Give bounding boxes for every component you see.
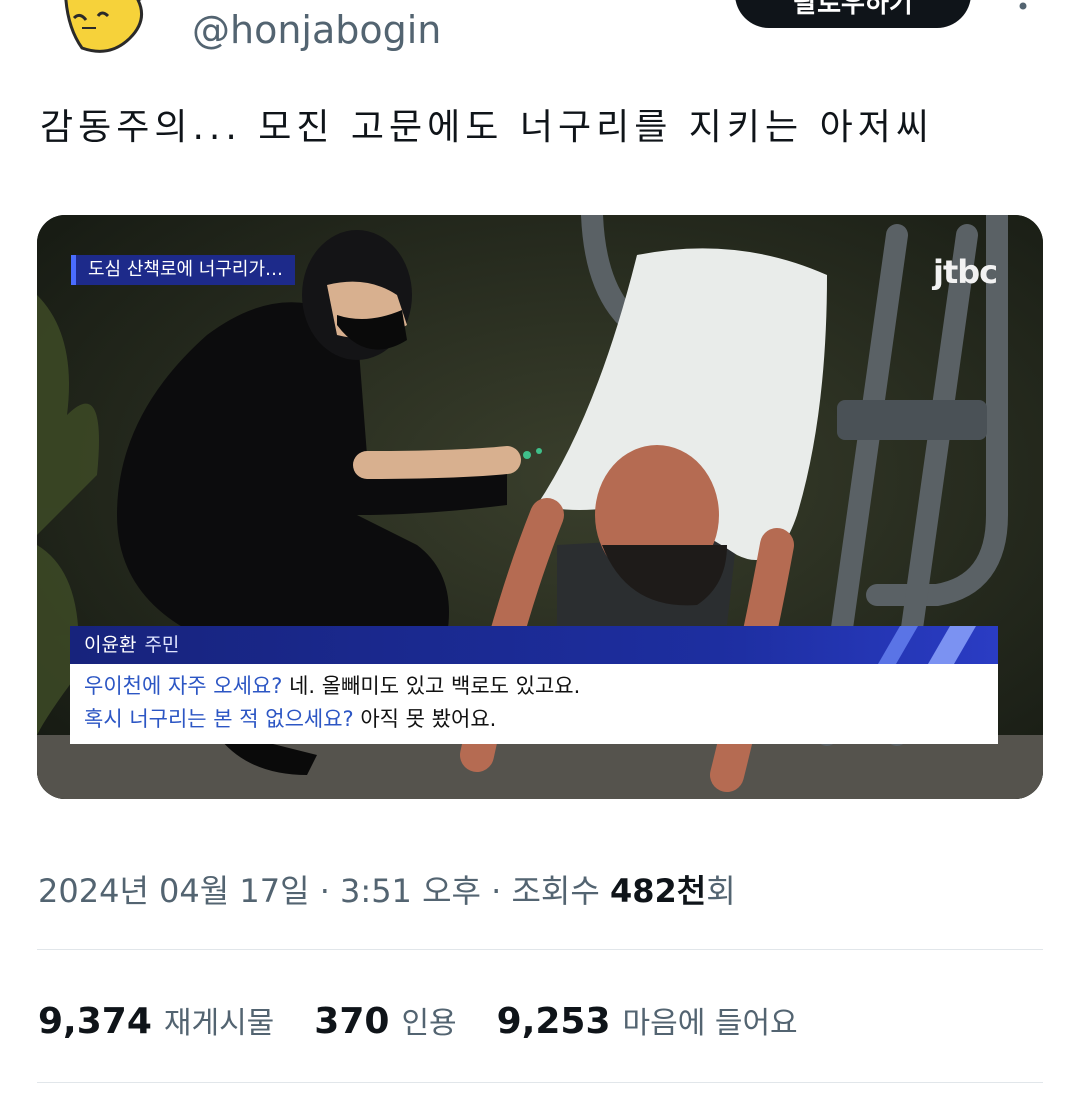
subtitle-question-2: 혹시 너구리는 본 적 없으세요?	[84, 707, 354, 731]
views-count: 482천	[609, 872, 707, 910]
subtitle-question-1: 우이천에 자주 오세요?	[84, 674, 283, 698]
engagement-stats: 9,374 재게시물 370 인용 9,253 마음에 들어요	[38, 998, 838, 1042]
user-avatar[interactable]	[52, 0, 152, 60]
news-headline-tag: 도심 산책로에 너구리가…	[71, 255, 296, 285]
retweets-count[interactable]: 9,374	[38, 1001, 152, 1042]
subtitle-box: 우이천에 자주 오세요? 네. 올빼미도 있고 백로도 있고요. 혹시 너구리는…	[70, 664, 998, 744]
quotes-count[interactable]: 370	[314, 1001, 389, 1042]
speaker-role: 주민	[144, 634, 180, 656]
user-handle[interactable]: @honjabogin	[192, 8, 441, 52]
divider	[37, 1082, 1043, 1083]
more-dots-icon[interactable]	[1008, 0, 1038, 10]
subtitle-line-1: 우이천에 자주 오세요? 네. 올빼미도 있고 백로도 있고요.	[84, 670, 984, 703]
tweet-header: @honjabogin 팔로우하기	[0, 0, 1080, 80]
divider	[37, 949, 1043, 950]
likes-count[interactable]: 9,253	[497, 1001, 611, 1042]
speaker-bar: 이윤환 주민	[70, 626, 998, 664]
yellow-cartoon-avatar-icon	[64, 0, 144, 53]
tweet-media-image[interactable]: 도심 산책로에 너구리가… jtbc 이윤환 주민 우이천에 자주 오세요? 네.…	[37, 215, 1043, 799]
follow-button[interactable]: 팔로우하기	[735, 0, 971, 28]
likes-label[interactable]: 마음에 들어요	[623, 1006, 798, 1041]
subtitle-answer-2: 아직 못 봤어요.	[353, 707, 497, 731]
jtbc-logo: jtbc	[933, 253, 998, 291]
timestamp-text: 2024년 04월 17일 · 3:51 오후 · 조회수	[38, 872, 610, 910]
quotes-label[interactable]: 인용	[401, 1006, 456, 1041]
views-suffix: 회	[706, 872, 736, 910]
subtitle-answer-1: 네. 올빼미도 있고 백로도 있고요.	[282, 674, 581, 698]
stripes-decoration	[878, 626, 976, 664]
retweets-label[interactable]: 재게시물	[164, 1006, 274, 1041]
tweet-text: 감동주의... 모진 고문에도 너구리를 지키는 아저씨	[40, 107, 934, 148]
tweet-timestamp[interactable]: 2024년 04월 17일 · 3:51 오후 · 조회수 482천회	[38, 866, 736, 912]
subtitle-line-2: 혹시 너구리는 본 적 없으세요? 아직 못 봤어요.	[84, 703, 984, 736]
speaker-name: 이윤환	[84, 634, 137, 656]
news-lower-third: 이윤환 주민 우이천에 자주 오세요? 네. 올빼미도 있고 백로도 있고요. 혹…	[70, 626, 998, 744]
